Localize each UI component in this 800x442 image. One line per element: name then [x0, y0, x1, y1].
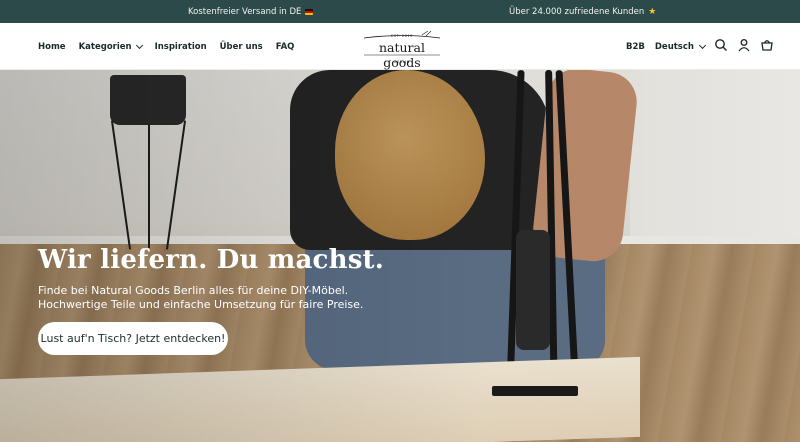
nav-home[interactable]: Home — [38, 42, 66, 52]
b2b-link[interactable]: B2B — [626, 42, 645, 52]
star-icon: ★ — [648, 6, 657, 17]
account-icon[interactable] — [737, 37, 751, 52]
main-nav: Home Kategorien Inspiration Über uns FAQ — [38, 23, 307, 70]
nav-faq-label: FAQ — [275, 41, 295, 52]
hero-banner: Wir liefern. Du machst. Finde bei Natura… — [0, 70, 800, 442]
nav-home-label: Home — [38, 41, 66, 52]
shipping-message: Kostenfreier Versand in DE — [188, 0, 314, 23]
german-flag-icon — [305, 8, 314, 15]
language-label: Deutsch — [654, 41, 694, 52]
site-header: Home Kategorien Inspiration Über uns FAQ… — [0, 23, 800, 70]
header-icons — [714, 37, 774, 52]
nav-inspiration-label: Inspiration — [154, 41, 207, 52]
search-icon[interactable] — [714, 37, 728, 51]
cart-icon[interactable] — [760, 37, 774, 51]
nav-inspiration[interactable]: Inspiration — [155, 42, 207, 52]
hero-subtitle: Finde bei Natural Goods Berlin alles für… — [38, 284, 378, 311]
nav-faq[interactable]: FAQ — [276, 42, 295, 52]
logo-tagline: EST. 2015 — [391, 34, 413, 38]
chevron-down-icon — [135, 41, 143, 49]
nav-kategorien-label: Kategorien — [78, 41, 132, 52]
hero-title: Wir liefern. Du machst. — [38, 245, 384, 275]
shipping-text: Kostenfreier Versand in DE — [188, 6, 302, 17]
hero-subtitle-line-1: Finde bei Natural Goods Berlin alles für… — [38, 284, 349, 297]
utility-nav: B2B Deutsch — [626, 23, 707, 70]
hero-subtitle-line-2: Hochwertige Teile und einfache Umsetzung… — [38, 297, 364, 311]
reviews-text: Über 24.000 zufriedene Kunden — [509, 6, 645, 17]
nav-ueber-uns-label: Über uns — [219, 41, 263, 52]
reviews-message: Über 24.000 zufriedene Kunden ★ — [509, 0, 656, 23]
announcement-bar: Kostenfreier Versand in DE Über 24.000 z… — [0, 0, 800, 23]
language-selector[interactable]: Deutsch — [654, 41, 707, 52]
nav-ueber-uns[interactable]: Über uns — [220, 42, 263, 52]
nav-kategorien[interactable]: Kategorien — [78, 41, 143, 52]
logo-city: BERLIN — [394, 60, 410, 64]
logo-name: natural goods — [378, 40, 425, 70]
chevron-down-icon — [698, 41, 707, 49]
hero-cta-button[interactable]: Lust auf'n Tisch? Jetzt entdecken! — [38, 322, 228, 355]
site-logo[interactable]: EST. 2015 natural goods BERLIN — [360, 29, 444, 70]
